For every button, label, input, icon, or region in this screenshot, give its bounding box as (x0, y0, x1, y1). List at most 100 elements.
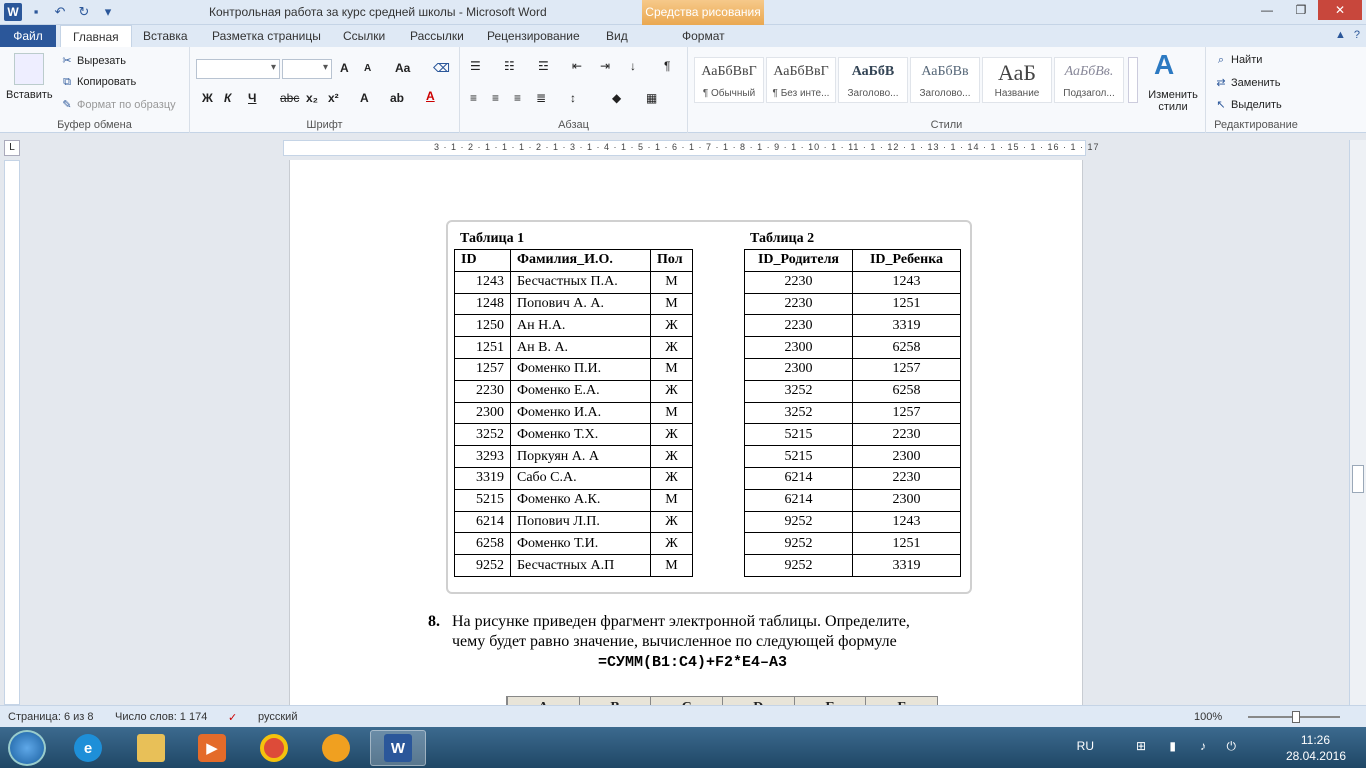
zoom-slider-knob[interactable] (1292, 711, 1300, 723)
align-center-icon[interactable]: ≡ (492, 91, 499, 105)
find-button[interactable]: ⌕ Найти (1214, 54, 1262, 67)
styles-scroll[interactable] (1128, 57, 1138, 103)
replace-button[interactable]: ⇄ Заменить (1214, 76, 1280, 89)
line-spacing-icon[interactable]: ↕ (570, 91, 576, 105)
format-painter-button[interactable]: ✎ Формат по образцу (60, 98, 175, 111)
minimize-button[interactable]: — (1250, 0, 1284, 20)
taskbar-browser[interactable] (308, 730, 364, 766)
decrease-indent-icon[interactable]: ⇤ (572, 59, 582, 73)
change-styles-button[interactable]: Изменить стили (1146, 89, 1200, 113)
sheet-column-header: F (865, 697, 937, 705)
horizontal-ruler[interactable]: 3 · 1 · 2 · 1 · 1 · 1 · 2 · 1 · 3 · 1 · … (283, 140, 1099, 156)
zoom-level[interactable]: 100% (1194, 711, 1222, 723)
style-normal[interactable]: АаБбВвГ ¶ Обычный (694, 57, 764, 103)
redo-icon[interactable]: ↻ (76, 4, 92, 20)
align-right-icon[interactable]: ≡ (514, 91, 521, 105)
copy-button[interactable]: ⧉ Копировать (60, 76, 136, 89)
taskbar-chrome[interactable] (246, 730, 302, 766)
strikethrough-button[interactable]: abc (280, 91, 299, 105)
vertical-ruler[interactable] (4, 160, 20, 705)
word-count[interactable]: Число слов: 1 174 (115, 711, 207, 723)
style-heading2[interactable]: АаБбВв Заголово... (910, 57, 980, 103)
subscript-button[interactable]: x₂ (306, 91, 318, 105)
taskbar-explorer[interactable] (123, 730, 179, 766)
taskbar-media[interactable]: ▶ (184, 730, 240, 766)
volume-icon[interactable]: ♪ (1200, 739, 1206, 753)
minimize-ribbon-icon[interactable]: ▲ (1335, 29, 1346, 41)
shrink-font-button[interactable]: A (364, 63, 371, 74)
paste-icon[interactable] (14, 53, 44, 85)
customize-qat-icon[interactable]: ▾ (100, 4, 116, 20)
cut-button[interactable]: ✂ Вырезать (60, 54, 126, 67)
change-case-button[interactable]: Aa (395, 61, 410, 75)
sort-icon[interactable]: ↓ (630, 59, 636, 73)
superscript-button[interactable]: x² (328, 91, 339, 105)
underline-button[interactable]: Ч (248, 91, 256, 105)
sheet-column-header: D (722, 697, 794, 705)
align-left-icon[interactable]: ≡ (470, 91, 477, 105)
style-title[interactable]: АаБ Название (982, 57, 1052, 103)
table1-row: 3293 Поркуян А. АЖ (454, 445, 693, 468)
page-count[interactable]: Страница: 6 из 8 (8, 711, 94, 723)
numbering-icon[interactable]: ☷ (504, 59, 515, 73)
grow-font-button[interactable]: A (340, 61, 349, 75)
tables-drawing-frame[interactable]: Таблица 1 Таблица 2 ID Фамилия_И.О. Пол … (446, 220, 972, 594)
tab-page-layout[interactable]: Разметка страницы (212, 25, 321, 47)
show-marks-icon[interactable]: ¶ (664, 59, 670, 73)
table2-cell: 1243 (852, 510, 961, 534)
document-page[interactable]: Таблица 1 Таблица 2 ID Фамилия_И.О. Пол … (289, 160, 1083, 705)
proofing-icon[interactable]: ✓ (228, 711, 237, 724)
taskbar-word[interactable]: W (370, 730, 426, 766)
network-icon[interactable]: ▮ (1169, 739, 1176, 753)
tab-insert[interactable]: Вставка (143, 25, 188, 47)
multilevel-list-icon[interactable]: ☲ (538, 59, 549, 73)
close-button[interactable]: ✕ (1318, 0, 1362, 20)
table2-cell: 2300 (744, 336, 853, 359)
clock-date[interactable]: 28.04.2016 (1286, 749, 1346, 763)
font-size-combo[interactable] (282, 59, 332, 79)
tab-references[interactable]: Ссылки (343, 25, 385, 47)
font-color-icon[interactable]: A (426, 89, 435, 103)
bold-button[interactable]: Ж (202, 91, 213, 105)
table1-cell: 6214 (454, 510, 511, 534)
language-indicator[interactable]: русский (258, 711, 297, 723)
select-button[interactable]: ↖ Выделить (1214, 98, 1281, 111)
language-tray[interactable]: RU (1077, 739, 1094, 753)
shading-icon[interactable]: ◆ (612, 91, 621, 105)
taskbar-ie[interactable]: e (60, 730, 116, 766)
font-name-combo[interactable] (196, 59, 280, 79)
start-button[interactable] (8, 730, 46, 766)
tab-view[interactable]: Вид (606, 25, 628, 47)
windows-flag-icon[interactable]: ⊞ (1136, 739, 1146, 753)
tab-selector[interactable]: L (4, 140, 20, 156)
justify-icon[interactable]: ≣ (536, 91, 546, 105)
save-icon[interactable]: ▪ (28, 4, 44, 20)
power-icon[interactable]: ⏻ (1227, 739, 1237, 754)
style-no-spacing[interactable]: АаБбВвГ ¶ Без инте... (766, 57, 836, 103)
style-heading1[interactable]: АаБбВ Заголово... (838, 57, 908, 103)
tab-file[interactable]: Файл (0, 25, 56, 47)
tab-home[interactable]: Главная (60, 25, 132, 47)
table1-header-id: ID (454, 249, 511, 272)
clear-format-icon[interactable]: ⌫ (433, 61, 450, 75)
word-app-icon[interactable]: W (4, 3, 22, 21)
vertical-scrollbar[interactable] (1349, 140, 1366, 705)
maximize-button[interactable]: ❐ (1284, 0, 1318, 20)
table1-cell: Фоменко П.И. (510, 357, 651, 381)
clock-time[interactable]: 11:26 (1301, 733, 1330, 747)
tab-mailings[interactable]: Рассылки (410, 25, 464, 47)
italic-button[interactable]: К (224, 91, 231, 105)
undo-icon[interactable]: ↶ (52, 4, 68, 20)
text-effects-icon[interactable]: A (360, 91, 369, 105)
change-styles-icon[interactable]: A (1154, 49, 1174, 81)
bullets-icon[interactable]: ☰ (470, 59, 481, 73)
scrollbar-thumb[interactable] (1352, 465, 1364, 493)
help-icon[interactable]: ? (1354, 29, 1360, 41)
tab-review[interactable]: Рецензирование (487, 25, 580, 47)
paste-button[interactable]: Вставить (6, 89, 53, 101)
style-subtitle[interactable]: АаБбВв. Подзагол... (1054, 57, 1124, 103)
borders-icon[interactable]: ▦ (646, 91, 657, 105)
increase-indent-icon[interactable]: ⇥ (600, 59, 610, 73)
tab-format[interactable]: Формат (682, 25, 725, 47)
highlight-icon[interactable]: ab (390, 91, 404, 105)
